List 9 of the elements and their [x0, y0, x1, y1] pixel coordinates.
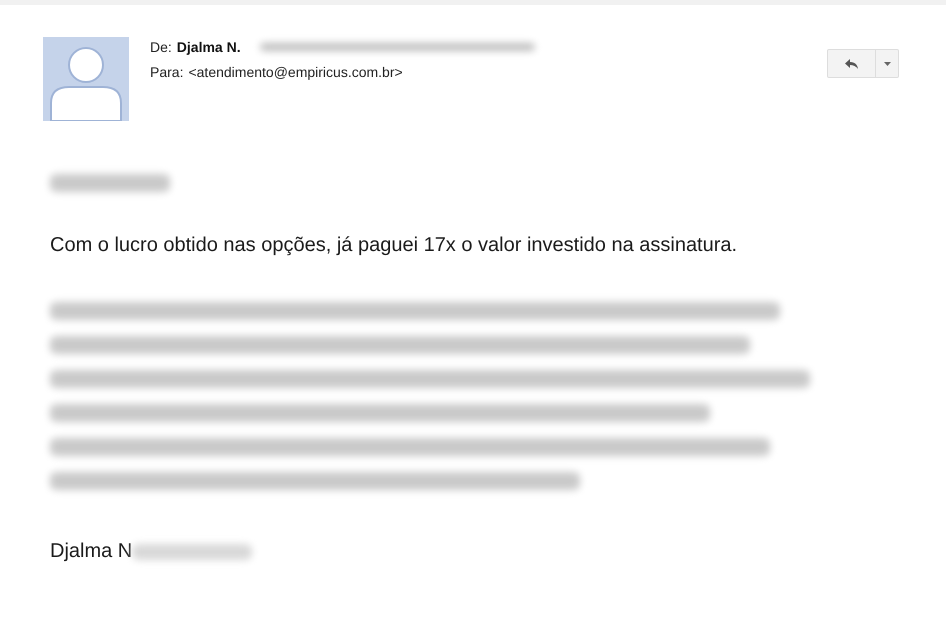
- from-label: De:: [150, 39, 172, 55]
- reply-icon: [844, 58, 858, 68]
- body-paragraph: Com o lucro obtido nas opções, já paguei 17x o valor investido na assinatura.: [50, 233, 738, 258]
- signature-name: Djalma N: [50, 540, 132, 563]
- avatar-icon: [43, 37, 129, 121]
- recipient-address: <atendimento@empiricus.com.br>: [188, 64, 403, 80]
- caret-icon: [884, 62, 890, 66]
- sender-name: Djalma N.: [176, 39, 241, 55]
- to-label: Para:: [150, 64, 184, 80]
